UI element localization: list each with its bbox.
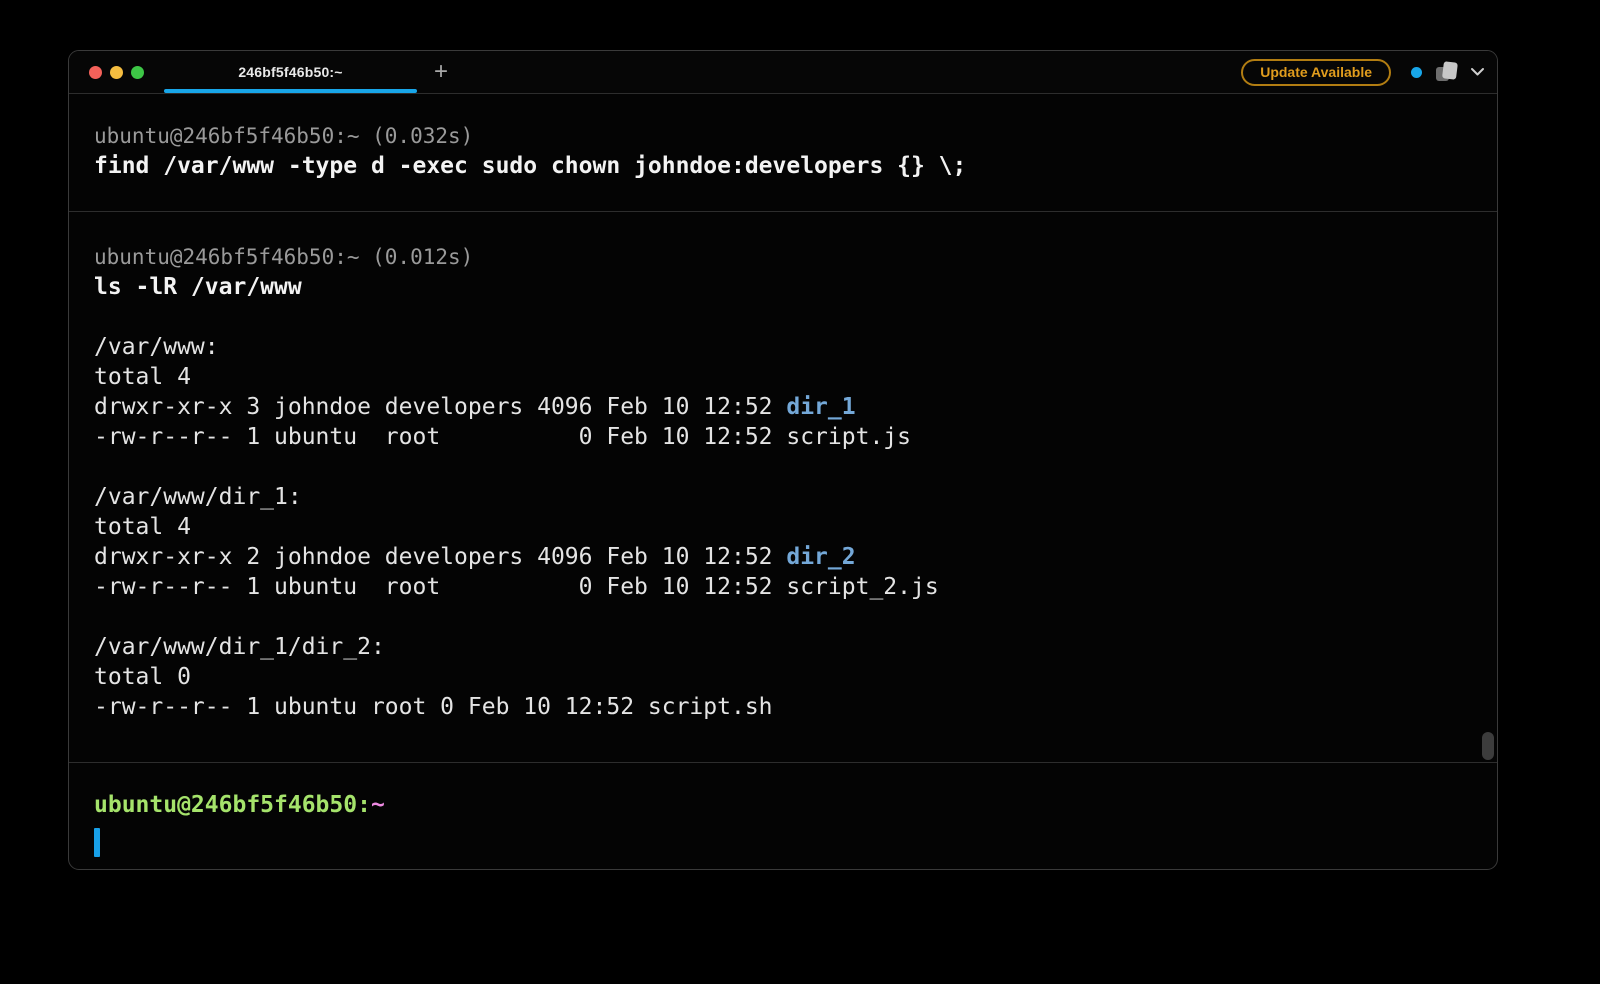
text-cursor <box>94 828 100 857</box>
command-block-2[interactable]: ubuntu@246bf5f46b50:~ (0.012s) ls -lR /v… <box>69 212 1497 762</box>
block-command: ls -lR /var/www <box>94 272 1472 302</box>
close-button[interactable] <box>89 66 102 79</box>
output-text: -rw-r--r-- 1 ubuntu root 0 Feb 10 12:52 … <box>94 424 911 450</box>
output-text: -rw-r--r-- 1 ubuntu root 0 Feb 10 12:52 … <box>94 574 939 600</box>
output-line <box>94 602 1472 632</box>
output-text: /var/www: <box>94 334 219 360</box>
block-command: find /var/www -type d -exec sudo chown j… <box>94 151 1472 181</box>
command-output: /var/www: total 4 drwxr-xr-x 3 johndoe dev… <box>94 332 1472 722</box>
output-text: drwxr-xr-x 3 johndoe developers 4096 Feb… <box>94 394 786 420</box>
titlebar-actions: Update Available <box>1241 51 1485 93</box>
output-text: drwxr-xr-x 2 johndoe developers 4096 Feb… <box>94 544 786 570</box>
output-line: /var/www/dir_1/dir_2: <box>94 632 1472 662</box>
block-prompt: ubuntu@246bf5f46b50:~ (0.032s) <box>94 121 1472 151</box>
output-line: -rw-r--r-- 1 ubuntu root 0 Feb 10 12:52 … <box>94 572 1472 602</box>
directory-name[interactable]: dir_1 <box>786 394 855 420</box>
update-available-button[interactable]: Update Available <box>1241 59 1391 86</box>
input-prompt: ubuntu@246bf5f46b50:~ <box>94 790 1472 820</box>
output-line: /var/www: <box>94 332 1472 362</box>
output-line: drwxr-xr-x 3 johndoe developers 4096 Feb… <box>94 392 1472 422</box>
block-prompt: ubuntu@246bf5f46b50:~ (0.012s) <box>94 242 1472 272</box>
output-line: /var/www/dir_1: <box>94 482 1472 512</box>
output-line: drwxr-xr-x 2 johndoe developers 4096 Feb… <box>94 542 1472 572</box>
output-text: /var/www/dir_1: <box>94 484 302 510</box>
directory-name[interactable]: dir_2 <box>786 544 855 570</box>
windows-panes-icon[interactable] <box>1434 59 1462 85</box>
tab-active[interactable]: 246bf5f46b50:~ <box>164 51 417 93</box>
tab-active-indicator <box>164 89 417 93</box>
scrollbar-thumb[interactable] <box>1482 732 1494 760</box>
minimize-button[interactable] <box>110 66 123 79</box>
command-block-1[interactable]: ubuntu@246bf5f46b50:~ (0.032s) find /var… <box>69 94 1497 211</box>
prompt-user-host: ubuntu@246bf5f46b50: <box>94 792 371 818</box>
output-text: total 4 <box>94 364 191 390</box>
output-text: total 0 <box>94 664 191 690</box>
chevron-down-icon[interactable] <box>1470 67 1485 77</box>
notification-dot-icon <box>1411 67 1422 78</box>
terminal-input[interactable] <box>94 827 1472 857</box>
output-line: total 4 <box>94 362 1472 392</box>
terminal-window: 246bf5f46b50:~ + Update Available ubuntu… <box>68 50 1498 870</box>
output-line: total 4 <box>94 512 1472 542</box>
input-block[interactable]: ubuntu@246bf5f46b50:~ <box>69 763 1497 857</box>
tab-title: 246bf5f46b50:~ <box>238 64 342 80</box>
output-line: total 0 <box>94 662 1472 692</box>
output-line <box>94 452 1472 482</box>
output-text: /var/www/dir_1/dir_2: <box>94 634 385 660</box>
output-text: total 4 <box>94 514 191 540</box>
new-tab-button[interactable]: + <box>421 51 461 93</box>
zoom-button[interactable] <box>131 66 144 79</box>
traffic-lights <box>89 51 144 93</box>
output-line: -rw-r--r-- 1 ubuntu root 0 Feb 10 12:52 … <box>94 422 1472 452</box>
prompt-path: ~ <box>371 792 385 818</box>
blank-line <box>94 302 1472 332</box>
output-line: -rw-r--r-- 1 ubuntu root 0 Feb 10 12:52 … <box>94 692 1472 722</box>
output-text: -rw-r--r-- 1 ubuntu root 0 Feb 10 12:52 … <box>94 694 773 720</box>
tab-bar: 246bf5f46b50:~ + Update Available <box>69 51 1497 93</box>
